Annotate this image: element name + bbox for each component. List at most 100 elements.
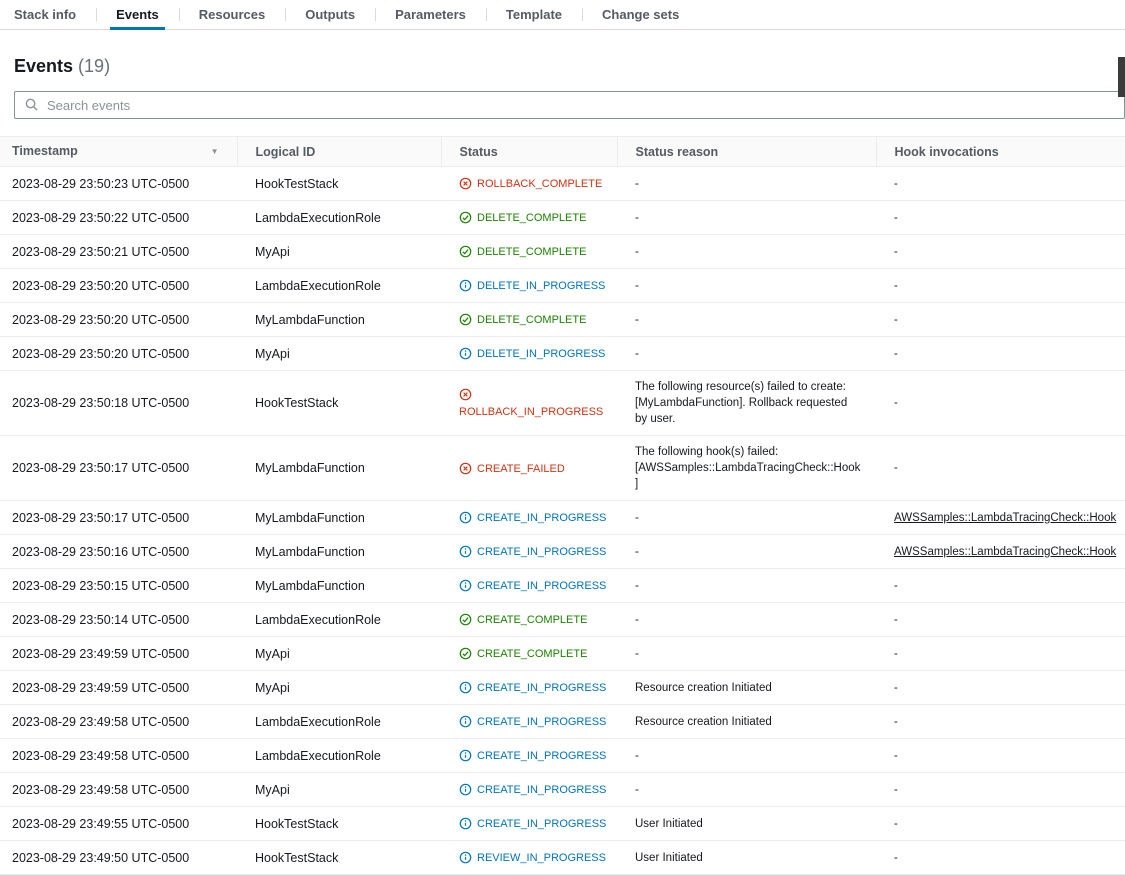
event-row: 2023-08-29 23:50:22 UTC-0500LambdaExecut…: [0, 201, 1125, 235]
status-label: CREATE_FAILED: [477, 463, 565, 475]
timestamp-cell: 2023-08-29 23:50:15 UTC-0500: [0, 569, 237, 603]
status-label: DELETE_COMPLETE: [477, 246, 586, 258]
events-title: Events: [14, 56, 73, 76]
status-reason-cell: -: [617, 603, 876, 637]
timestamp-cell: 2023-08-29 23:49:58 UTC-0500: [0, 705, 237, 739]
status-label: DELETE_COMPLETE: [477, 212, 586, 224]
tab-parameters[interactable]: Parameters: [375, 0, 486, 29]
status-reason-cell: User Initiated: [617, 841, 876, 875]
hook-invocation-link[interactable]: AWSSamples::LambdaTracingCheck::Hook: [894, 512, 1116, 524]
event-row: 2023-08-29 23:49:55 UTC-0500HookTestStac…: [0, 807, 1125, 841]
status-badge: CREATE_COMPLETE: [459, 648, 587, 660]
timestamp-cell: 2023-08-29 23:50:14 UTC-0500: [0, 603, 237, 637]
status-label: REVIEW_IN_PROGRESS: [477, 852, 606, 864]
status-cell: DELETE_COMPLETE: [441, 303, 617, 337]
logical-id-cell: MyApi: [237, 235, 441, 269]
error-x-circle-icon: [459, 177, 472, 190]
timestamp-cell: 2023-08-29 23:50:20 UTC-0500: [0, 269, 237, 303]
status-label: CREATE_IN_PROGRESS: [477, 750, 606, 762]
event-row: 2023-08-29 23:50:18 UTC-0500HookTestStac…: [0, 371, 1125, 436]
logical-id-cell: HookTestStack: [237, 371, 441, 436]
status-label: CREATE_IN_PROGRESS: [477, 682, 606, 694]
tab-template[interactable]: Template: [486, 0, 582, 29]
status-cell: CREATE_IN_PROGRESS: [441, 807, 617, 841]
info-circle-icon: [459, 681, 472, 694]
status-label: CREATE_IN_PROGRESS: [477, 784, 606, 796]
column-header-timestamp[interactable]: Timestamp▼: [0, 137, 237, 167]
page-title: Events (19): [14, 56, 1111, 77]
status-badge: CREATE_IN_PROGRESS: [459, 784, 606, 796]
tab-change-sets[interactable]: Change sets: [582, 0, 699, 29]
status-cell: CREATE_IN_PROGRESS: [441, 671, 617, 705]
status-reason-cell: -: [617, 501, 876, 535]
timestamp-cell: 2023-08-29 23:49:59 UTC-0500: [0, 637, 237, 671]
logical-id-cell: MyLambdaFunction: [237, 436, 441, 501]
event-row: 2023-08-29 23:50:16 UTC-0500MyLambdaFunc…: [0, 535, 1125, 569]
status-cell: CREATE_COMPLETE: [441, 637, 617, 671]
timestamp-cell: 2023-08-29 23:49:58 UTC-0500: [0, 739, 237, 773]
hook-invocations-cell: -: [876, 167, 1125, 201]
hook-invocations-cell: -: [876, 436, 1125, 501]
vertical-scrollbar-thumb[interactable]: [1118, 57, 1125, 97]
column-header-logical-id: Logical ID: [237, 137, 441, 167]
logical-id-cell: HookTestStack: [237, 841, 441, 875]
status-badge: CREATE_IN_PROGRESS: [459, 580, 606, 592]
status-badge: DELETE_COMPLETE: [459, 246, 586, 258]
status-cell: CREATE_IN_PROGRESS: [441, 535, 617, 569]
hook-invocations-cell: -: [876, 603, 1125, 637]
event-row: 2023-08-29 23:50:17 UTC-0500MyLambdaFunc…: [0, 501, 1125, 535]
tab-events[interactable]: Events: [96, 0, 179, 29]
status-reason-cell: -: [617, 167, 876, 201]
status-cell: CREATE_IN_PROGRESS: [441, 501, 617, 535]
timestamp-cell: 2023-08-29 23:49:59 UTC-0500: [0, 671, 237, 705]
status-badge: ROLLBACK_IN_PROGRESS: [459, 389, 603, 418]
info-circle-icon: [459, 545, 472, 558]
status-badge: CREATE_FAILED: [459, 463, 565, 475]
status-badge: DELETE_IN_PROGRESS: [459, 280, 605, 292]
logical-id-cell: LambdaExecutionRole: [237, 705, 441, 739]
success-check-circle-icon: [459, 613, 472, 626]
logical-id-cell: LambdaExecutionRole: [237, 269, 441, 303]
logical-id-cell: MyLambdaFunction: [237, 569, 441, 603]
info-circle-icon: [459, 579, 472, 592]
status-reason-cell: -: [617, 235, 876, 269]
status-cell: DELETE_COMPLETE: [441, 201, 617, 235]
tab-resources[interactable]: Resources: [179, 0, 285, 29]
status-label: CREATE_COMPLETE: [477, 648, 587, 660]
event-row: 2023-08-29 23:49:50 UTC-0500HookTestStac…: [0, 841, 1125, 875]
column-header-status: Status: [441, 137, 617, 167]
logical-id-cell: MyApi: [237, 671, 441, 705]
event-row: 2023-08-29 23:50:17 UTC-0500MyLambdaFunc…: [0, 436, 1125, 501]
hook-invocation-link[interactable]: AWSSamples::LambdaTracingCheck::Hook: [894, 546, 1116, 558]
hook-invocations-cell: -: [876, 637, 1125, 671]
timestamp-cell: 2023-08-29 23:50:20 UTC-0500: [0, 303, 237, 337]
hook-invocations-cell: AWSSamples::LambdaTracingCheck::Hook: [876, 501, 1125, 535]
tab-outputs[interactable]: Outputs: [285, 0, 375, 29]
hook-invocations-cell: -: [876, 235, 1125, 269]
column-header-status-reason: Status reason: [617, 137, 876, 167]
info-circle-icon: [459, 817, 472, 830]
search-input[interactable]: [14, 91, 1125, 119]
logical-id-cell: MyLambdaFunction: [237, 535, 441, 569]
status-label: ROLLBACK_COMPLETE: [477, 178, 602, 190]
status-badge: CREATE_IN_PROGRESS: [459, 512, 606, 524]
success-check-circle-icon: [459, 211, 472, 224]
logical-id-cell: LambdaExecutionRole: [237, 201, 441, 235]
success-check-circle-icon: [459, 647, 472, 660]
tab-bar: Stack infoEventsResourcesOutputsParamete…: [0, 0, 1125, 30]
timestamp-cell: 2023-08-29 23:50:17 UTC-0500: [0, 501, 237, 535]
timestamp-cell: 2023-08-29 23:49:50 UTC-0500: [0, 841, 237, 875]
event-row: 2023-08-29 23:49:59 UTC-0500MyApi CREATE_…: [0, 671, 1125, 705]
tab-stack-info[interactable]: Stack info: [0, 0, 96, 29]
hook-invocations-cell: -: [876, 671, 1125, 705]
event-row: 2023-08-29 23:49:58 UTC-0500MyApiCREATE_…: [0, 773, 1125, 807]
error-x-circle-icon: [459, 462, 472, 475]
status-badge: REVIEW_IN_PROGRESS: [459, 852, 606, 864]
status-label: CREATE_IN_PROGRESS: [477, 546, 606, 558]
hook-invocations-cell: -: [876, 269, 1125, 303]
status-badge: CREATE_COMPLETE: [459, 614, 587, 626]
logical-id-cell: MyLambdaFunction: [237, 501, 441, 535]
status-reason-cell: The following resource(s) failed to crea…: [617, 371, 876, 436]
hook-invocations-cell: -: [876, 841, 1125, 875]
logical-id-cell: HookTestStack: [237, 167, 441, 201]
